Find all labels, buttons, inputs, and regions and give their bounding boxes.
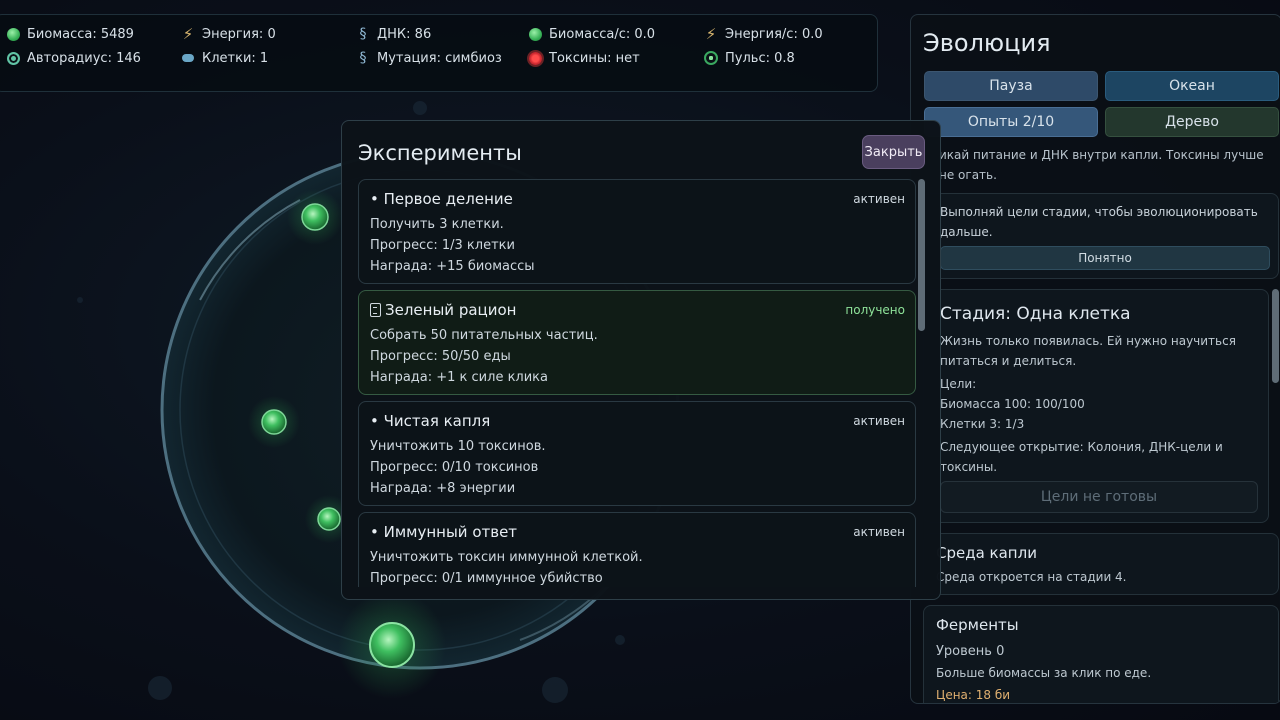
food-particle[interactable] xyxy=(287,189,343,245)
biomass-rate-icon xyxy=(527,26,543,42)
stage-description: питаться и делиться. xyxy=(940,354,1077,368)
experiment-goal: Уничтожить 10 токсинов. xyxy=(370,439,546,454)
experiment-progress: Прогресс: 0/1 иммунное убийство xyxy=(370,571,603,586)
evolution-scrollbar[interactable] xyxy=(1272,289,1279,383)
experiment-progress: Прогресс: 1/3 клетки xyxy=(370,238,515,253)
pulse-icon xyxy=(703,50,719,66)
stats-bar: Биомасса: 5489 ⚡ Энергия: 0 § ДНК: 86 Би… xyxy=(0,14,878,92)
autoradius-icon xyxy=(5,50,21,66)
enzymes-title: Ферменты xyxy=(936,616,1019,634)
enzymes-card[interactable]: Ферменты Уровень 0 Больше биомассы за кл… xyxy=(923,605,1279,703)
experiment-reward: Награда: +8 энергии xyxy=(370,481,516,496)
stat-energy: ⚡ Энергия: 0 xyxy=(180,26,276,42)
experiment-title-row: Зеленый рацион xyxy=(370,301,516,319)
experiment-goal: Получить 3 клетки. xyxy=(370,217,504,232)
experiments-list[interactable]: • Первое деление активен Получить 3 клет… xyxy=(358,179,916,587)
environment-card: Среда капли Среда откроется на стадии 4. xyxy=(923,533,1279,595)
experiment-title: Зеленый рацион xyxy=(385,301,517,319)
food-particle[interactable] xyxy=(248,396,300,448)
experiments-modal: Эксперименты Закрыть • Первое деление ак… xyxy=(341,120,941,600)
enzymes-level: Уровень 0 xyxy=(936,644,1005,659)
experiment-item: • Первое деление активен Получить 3 клет… xyxy=(358,179,916,284)
tip-text: Выполняй цели стадии, чтобы эволюциониро… xyxy=(940,205,1258,239)
close-button[interactable]: Закрыть xyxy=(862,135,925,169)
experiments-title: Эксперименты xyxy=(358,141,522,165)
experiment-title: • Первое деление xyxy=(370,190,513,208)
stage-title: Стадия: Одна клетка xyxy=(940,304,1131,324)
experiment-item: • Чистая капля активен Уничтожить 10 ток… xyxy=(358,401,916,506)
evolve-button[interactable]: Цели не готовы xyxy=(940,481,1258,513)
enzymes-description: Больше биомассы за клик по еде. xyxy=(936,666,1152,680)
ocean-button[interactable]: Океан xyxy=(1105,71,1279,101)
completed-document-icon xyxy=(370,303,381,317)
stat-dna: § ДНК: 86 xyxy=(355,26,431,42)
experiment-title: • Иммунный ответ xyxy=(370,523,518,541)
mutation-dna-icon: § xyxy=(358,50,368,66)
enzymes-price: Цена: 18 би xyxy=(936,688,1011,702)
stat-biomass: Биомасса: 5489 xyxy=(5,26,134,42)
player-cell[interactable] xyxy=(338,591,446,699)
environment-title: Среда капли xyxy=(936,544,1037,562)
stat-pulse: Пульс: 0.8 xyxy=(703,50,795,66)
experiment-goal: Собрать 50 питательных частиц. xyxy=(370,328,598,343)
pause-button[interactable]: Пауза xyxy=(924,71,1098,101)
evolution-panel: Эволюция Пауза Океан Опыты 2/10 Дерево и… xyxy=(910,14,1280,704)
experiment-reward: Награда: +15 биомассы xyxy=(370,259,535,274)
stat-mutation: § Мутация: симбиоз xyxy=(355,50,502,66)
experiment-status: получено xyxy=(845,303,905,317)
dna-icon: § xyxy=(358,26,368,42)
experiment-title: • Чистая капля xyxy=(370,412,491,430)
stat-energy-rate: ⚡ Энергия/с: 0.0 xyxy=(703,26,823,42)
experiment-goal: Уничтожить токсин иммунной клеткой. xyxy=(370,550,643,565)
experiment-status: активен xyxy=(853,192,905,206)
energy-rate-bolt-icon: ⚡ xyxy=(705,24,717,43)
experiments-button[interactable]: Опыты 2/10 xyxy=(924,107,1098,137)
stage-description: Жизнь только появилась. Ей нужно научить… xyxy=(940,334,1236,348)
tree-button[interactable]: Дерево xyxy=(1105,107,1279,137)
experiment-status: активен xyxy=(853,525,905,539)
stage-next-unlock: Следующее открытие: Колония, ДНК-цели и xyxy=(940,440,1223,454)
stage-goal-cells: Клетки 3: 1/3 xyxy=(940,417,1025,431)
energy-bolt-icon: ⚡ xyxy=(182,24,194,43)
stat-biomass-rate: Биомасса/с: 0.0 xyxy=(527,26,655,42)
experiment-item: Зеленый рацион получено Собрать 50 питат… xyxy=(358,290,916,395)
understood-button[interactable]: Понятно xyxy=(940,246,1270,270)
stat-autoradius: Авторадиус: 146 xyxy=(5,50,141,66)
experiments-scrollbar[interactable] xyxy=(918,179,925,331)
stage-card: Стадия: Одна клетка Жизнь только появила… xyxy=(923,289,1269,523)
experiment-status: активен xyxy=(853,414,905,428)
evolution-title: Эволюция xyxy=(923,29,1051,57)
stat-cells: Клетки: 1 xyxy=(180,50,268,66)
biomass-icon xyxy=(5,26,21,42)
environment-text: Среда откроется на стадии 4. xyxy=(936,570,1127,584)
experiment-item: • Иммунный ответ активен Уничтожить токс… xyxy=(358,512,916,587)
evolution-hint: икай питание и ДНК внутри капли. Токсины… xyxy=(939,148,1264,182)
stage-next-unlock: токсины. xyxy=(940,460,998,474)
experiment-progress: Прогресс: 0/10 токсинов xyxy=(370,460,539,475)
tip-card: Выполняй цели стадии, чтобы эволюциониро… xyxy=(923,193,1279,279)
experiment-progress: Прогресс: 50/50 еды xyxy=(370,349,511,364)
experiment-reward: Награда: +1 к силе клика xyxy=(370,370,549,385)
stage-goals-label: Цели: xyxy=(940,377,977,391)
cell-icon xyxy=(180,50,196,66)
stat-toxins: Токсины: нет xyxy=(527,50,640,66)
stage-goal-biomass: Биомасса 100: 100/100 xyxy=(940,397,1085,411)
toxin-icon xyxy=(527,50,543,66)
